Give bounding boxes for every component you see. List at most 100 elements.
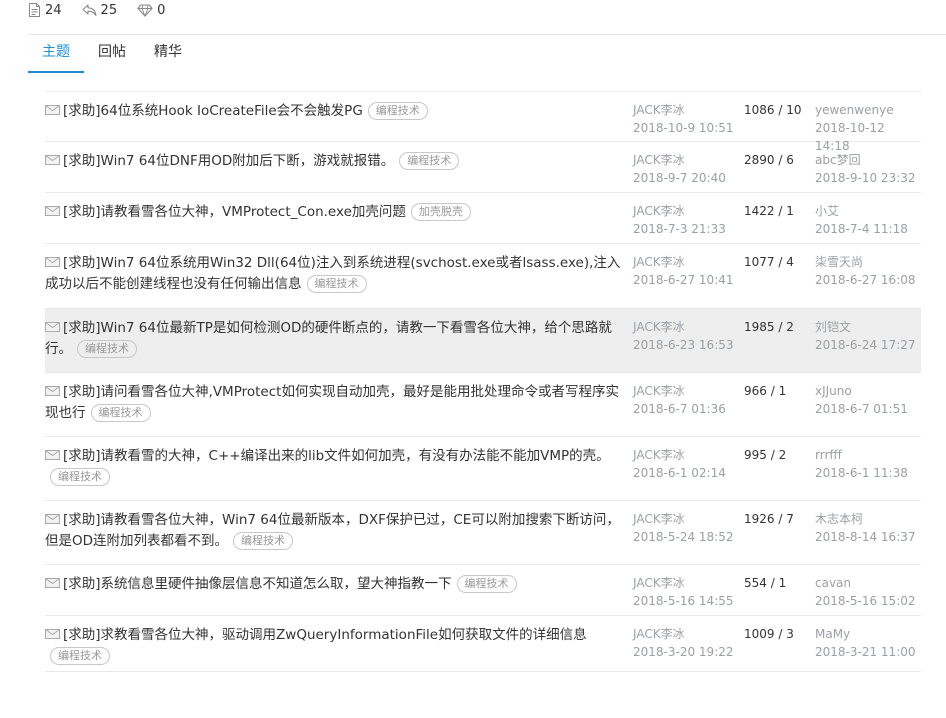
thread-title-link[interactable]: [求助]系统信息里硬件抽像层信息不知道怎么取，望大神指教一下 (63, 576, 452, 592)
post-date: 2018-3-20 19:22 (633, 645, 734, 659)
thread-title-link[interactable]: [求助]64位系统Hook IoCreateFile会不会触发PG (63, 103, 363, 119)
thread-title-link[interactable]: [求助]Win7 64位DNF用OD附加后下断，游戏就报错。 (63, 153, 394, 169)
author-name[interactable]: JACK李冰 (633, 382, 726, 400)
category-tag[interactable]: 编程技术 (50, 647, 110, 665)
post-date: 2018-5-16 14:55 (633, 594, 734, 608)
user-stats-bar: 24 25 0 (28, 1, 185, 19)
thread-row[interactable]: [求助]请问看雪各位大神,VMProtect如何实现自动加壳，最好是能用批处理命… (45, 373, 921, 437)
views-replies-count: 1985 / 2 (744, 320, 794, 334)
last-reply-cell: 刘铠文 2018-6-24 17:27 (815, 318, 916, 354)
header-divider (28, 34, 946, 35)
views-replies-count: 1926 / 7 (744, 512, 794, 526)
post-date: 2018-7-3 21:33 (633, 222, 726, 236)
thread-title-link[interactable]: [求助]请教看雪的大神，C++编译出来的lib文件如何加壳，有没有办法能不能加V… (63, 448, 610, 464)
category-tag[interactable]: 编程技术 (399, 152, 460, 170)
last-reply-date: 2018-3-21 11:00 (815, 645, 916, 659)
document-icon (29, 3, 40, 17)
last-reply-date: 2018-7-4 11:18 (815, 222, 908, 236)
last-reply-date: 2018-9-10 23:32 (815, 171, 916, 185)
tab-topics[interactable]: 主题 (28, 42, 84, 73)
thread-row[interactable]: [求助]64位系统Hook IoCreateFile会不会触发PG 编程技术 JAC… (45, 91, 921, 153)
diamonds-stat: 0 (137, 3, 165, 18)
last-reply-cell: 小艾 2018-7-4 11:18 (815, 202, 908, 238)
last-reply-user[interactable]: 柒雪天尚 (815, 253, 916, 271)
views-replies-count: 1422 / 1 (744, 204, 794, 218)
category-tag[interactable]: 编程技术 (90, 404, 151, 422)
thread-row[interactable]: [求助]请教看雪的大神，C++编译出来的lib文件如何加壳，有没有办法能不能加V… (45, 437, 921, 501)
author-cell: JACK李冰 2018-9-7 20:40 (633, 151, 726, 187)
last-reply-user[interactable]: cavan (815, 574, 916, 592)
thread-row[interactable]: [求助]Win7 64位最新TP是如何检测OD的硬件断点的，请教一下看雪各位大神… (45, 309, 921, 373)
thread-title-cell: [求助]请教看雪各位大神，VMProtect_Con.exe加壳问题 加壳脱壳 (45, 202, 625, 223)
thread-row[interactable]: [求助]Win7 64位DNF用OD附加后下断，游戏就报错。 编程技术 JACK李冰… (45, 142, 921, 193)
thread-title-cell: [求助]64位系统Hook IoCreateFile会不会触发PG 编程技术 (45, 101, 625, 122)
topics-count: 24 (45, 2, 62, 18)
thread-title-cell: [求助]Win7 64位系统用Win32 Dll(64位)注入到系统进程(svc… (45, 253, 625, 295)
thread-title-cell: [求助]请教看雪的大神，C++编译出来的lib文件如何加壳，有没有办法能不能加V… (45, 446, 625, 488)
category-tag[interactable]: 编程技术 (50, 468, 110, 486)
last-reply-user[interactable]: 木志本柯 (815, 510, 916, 528)
post-date: 2018-6-1 02:14 (633, 466, 726, 480)
author-name[interactable]: JACK李冰 (633, 625, 734, 643)
category-tag[interactable]: 编程技术 (306, 275, 367, 293)
last-reply-user[interactable]: 小艾 (815, 202, 908, 220)
post-date: 2018-6-23 16:53 (633, 338, 734, 352)
last-reply-cell: cavan 2018-5-16 15:02 (815, 574, 916, 610)
last-reply-date: 2018-6-27 16:08 (815, 273, 916, 287)
mail-icon (45, 625, 60, 639)
views-replies-count: 1009 / 3 (744, 627, 794, 641)
author-name[interactable]: JACK李冰 (633, 101, 734, 119)
thread-title-link[interactable]: [求助]请教看雪各位大神，Win7 64位最新版本，DXF保护已过，CE可以附加… (45, 512, 620, 549)
last-reply-user[interactable]: yewenwenye (815, 101, 921, 119)
mail-icon (45, 253, 60, 267)
author-name[interactable]: JACK李冰 (633, 318, 734, 336)
author-cell: JACK李冰 2018-6-1 02:14 (633, 446, 726, 482)
author-name[interactable]: JACK李冰 (633, 202, 726, 220)
author-name[interactable]: JACK李冰 (633, 446, 726, 464)
thread-row[interactable]: [求助]系统信息里硬件抽像层信息不知道怎么取，望大神指教一下 编程技术 JACK李冰… (45, 565, 921, 616)
last-reply-cell: 木志本柯 2018-8-14 16:37 (815, 510, 916, 546)
tab-replies[interactable]: 回帖 (84, 42, 140, 73)
thread-row[interactable]: [求助]求教看雪各位大神，驱动调用ZwQueryInformationFile如… (45, 616, 921, 672)
post-date: 2018-5-24 18:52 (633, 530, 734, 544)
post-date: 2018-6-27 10:41 (633, 273, 734, 287)
author-cell: JACK李冰 2018-7-3 21:33 (633, 202, 726, 238)
last-reply-user[interactable]: 刘铠文 (815, 318, 916, 336)
category-tag[interactable]: 编程技术 (367, 102, 428, 120)
post-date: 2018-6-7 01:36 (633, 402, 726, 416)
mail-icon (45, 446, 60, 460)
last-reply-user[interactable]: abc梦回 (815, 151, 916, 169)
replies-stat: 25 (81, 3, 117, 18)
tab-bar: 主题 回帖 精华 (28, 42, 196, 74)
last-reply-user[interactable]: MaMy (815, 625, 916, 643)
thread-row[interactable]: [求助]请教看雪各位大神，Win7 64位最新版本，DXF保护已过，CE可以附加… (45, 501, 921, 565)
author-cell: JACK李冰 2018-10-9 10:51 (633, 101, 734, 137)
last-reply-cell: rrrfff 2018-6-1 11:38 (815, 446, 908, 482)
author-name[interactable]: JACK李冰 (633, 510, 734, 528)
tab-featured[interactable]: 精华 (140, 42, 196, 73)
last-reply-user[interactable]: xJJuno (815, 382, 908, 400)
thread-title-link[interactable]: [求助]求教看雪各位大神，驱动调用ZwQueryInformationFile如… (63, 627, 587, 643)
thread-title-cell: [求助]Win7 64位最新TP是如何检测OD的硬件断点的，请教一下看雪各位大神… (45, 318, 625, 360)
thread-row[interactable]: [求助]请教看雪各位大神，VMProtect_Con.exe加壳问题 加壳脱壳 JA… (45, 193, 921, 244)
author-name[interactable]: JACK李冰 (633, 151, 726, 169)
category-tag[interactable]: 编程技术 (456, 575, 517, 593)
author-cell: JACK李冰 2018-6-7 01:36 (633, 382, 726, 418)
last-reply-date: 2018-8-14 16:37 (815, 530, 916, 544)
author-name[interactable]: JACK李冰 (633, 253, 734, 271)
views-replies-count: 995 / 2 (744, 448, 787, 462)
category-tag[interactable]: 编程技术 (233, 532, 294, 550)
last-reply-date: 2018-6-24 17:27 (815, 338, 916, 352)
category-tag[interactable]: 加壳脱壳 (410, 203, 471, 221)
author-name[interactable]: JACK李冰 (633, 574, 734, 592)
author-cell: JACK李冰 2018-5-24 18:52 (633, 510, 734, 546)
category-tag[interactable]: 编程技术 (77, 340, 137, 358)
last-reply-cell: abc梦回 2018-9-10 23:32 (815, 151, 916, 187)
diamonds-count: 0 (157, 2, 166, 18)
reply-arrow-icon (81, 3, 97, 16)
thread-title-link[interactable]: [求助]请教看雪各位大神，VMProtect_Con.exe加壳问题 (63, 204, 406, 220)
author-cell: JACK李冰 2018-6-27 10:41 (633, 253, 734, 289)
thread-row[interactable]: [求助]Win7 64位系统用Win32 Dll(64位)注入到系统进程(svc… (45, 244, 921, 309)
last-reply-user[interactable]: rrrfff (815, 446, 908, 464)
thread-title-cell: [求助]Win7 64位DNF用OD附加后下断，游戏就报错。 编程技术 (45, 151, 625, 172)
